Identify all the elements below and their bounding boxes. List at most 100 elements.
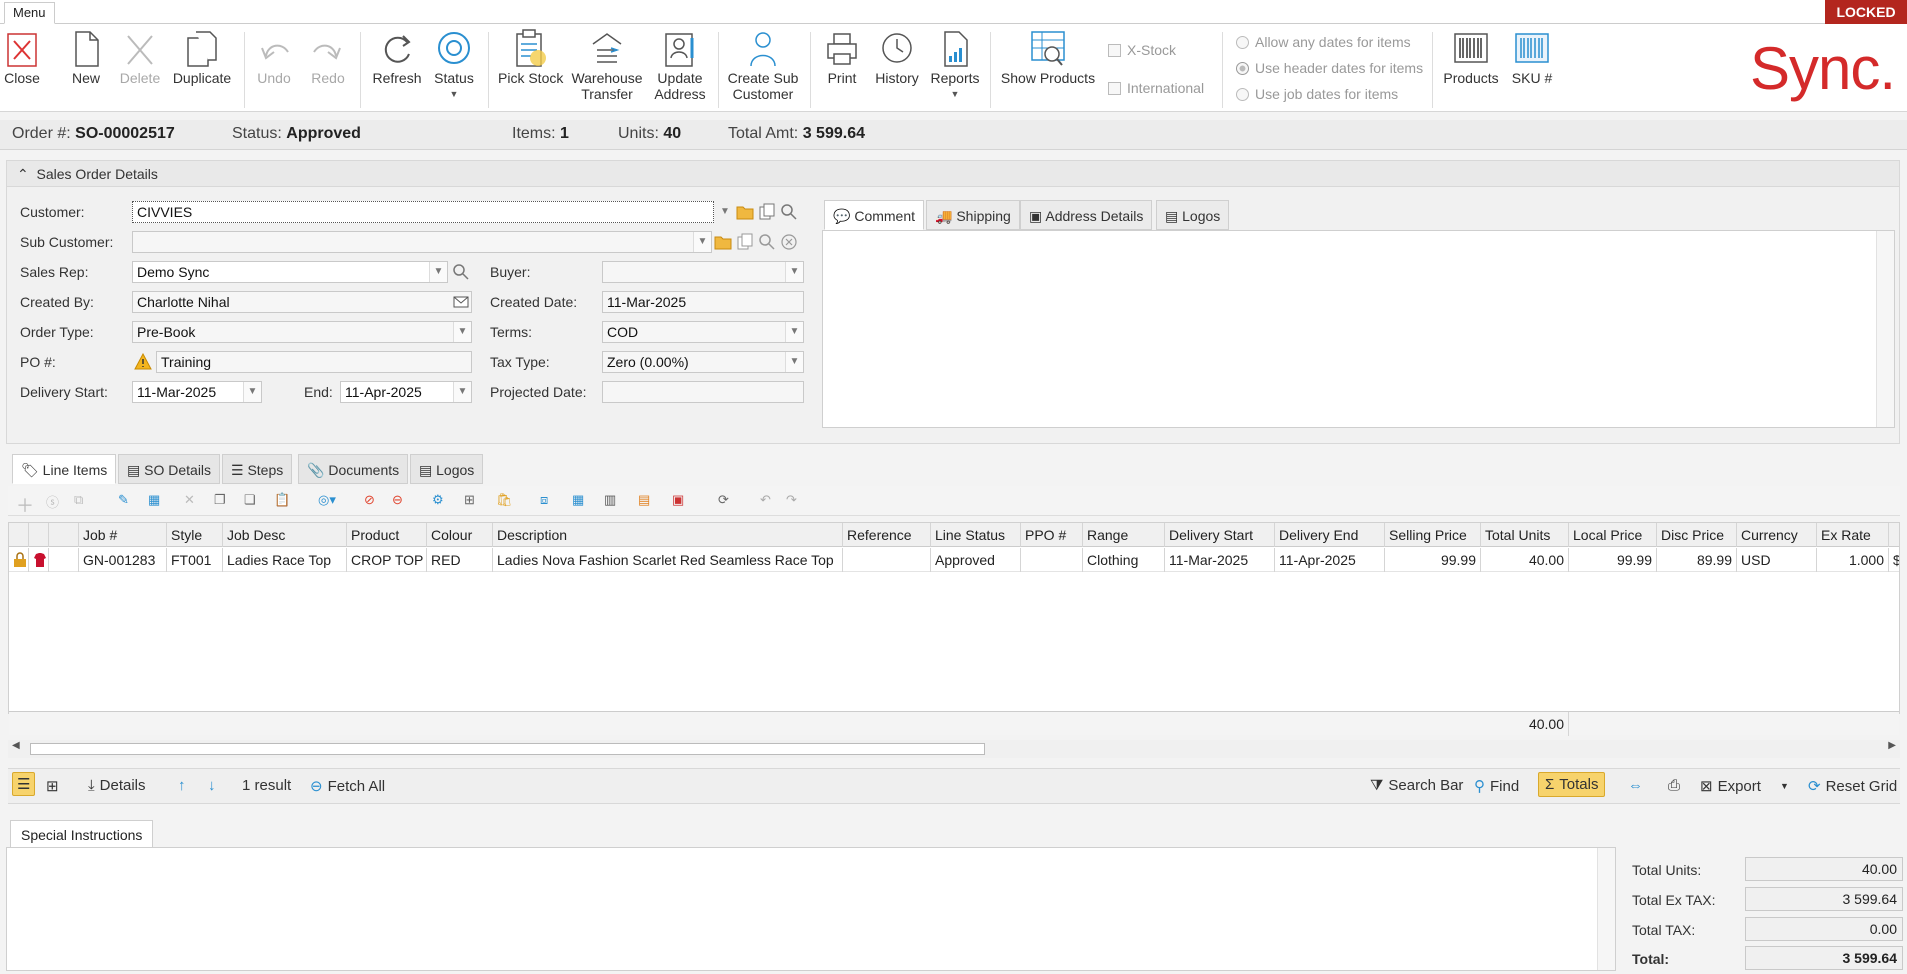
menu-tab[interactable]: Menu (4, 2, 55, 24)
column-width-icon[interactable]: ⇔ (1628, 777, 1643, 794)
edit-grid-icon[interactable]: ▦ (148, 492, 168, 512)
copy-icon[interactable] (758, 203, 776, 221)
show-products-button[interactable]: Show Products (1000, 28, 1096, 86)
column-header[interactable]: Description (493, 523, 843, 547)
barcode-icon[interactable]: ▥ (604, 492, 624, 512)
products-button[interactable]: Products (1442, 28, 1500, 86)
sales-order-details-header[interactable]: ⌃ Sales Order Details (7, 161, 1899, 187)
duplicate-button[interactable]: Duplicate (172, 28, 232, 86)
column-header[interactable]: Delivery Start (1165, 523, 1275, 547)
tab-shipping[interactable]: 🚚 Shipping (926, 200, 1020, 230)
tab-special-instructions[interactable]: Special Instructions (10, 820, 154, 848)
column-header[interactable]: Delivery End (1275, 523, 1385, 547)
find-button[interactable]: ⚲ Find (1474, 777, 1519, 796)
clear-icon[interactable] (780, 233, 798, 251)
tab-so-details[interactable]: ▤ SO Details (118, 454, 221, 484)
scroll-right-icon[interactable]: ▶ (1888, 740, 1896, 751)
arrow-up-icon[interactable]: ↑ (178, 777, 186, 794)
close-button[interactable]: Close (4, 28, 40, 86)
po-number-field[interactable]: Training (156, 351, 472, 373)
edit-icon[interactable]: ✎ (118, 492, 138, 512)
new-button[interactable]: New (68, 28, 104, 86)
print-button[interactable]: Print (822, 28, 862, 86)
pick-stock-button[interactable]: Pick Stock (498, 28, 563, 86)
special-instructions-scrollbar[interactable] (1597, 848, 1615, 970)
tab-logos-bottom[interactable]: ▤ Logos (410, 454, 484, 484)
column-header[interactable]: Selling Price (1385, 523, 1481, 547)
products-icon[interactable]: ⧈ (540, 492, 560, 512)
buyer-field[interactable]: ▼ (602, 261, 804, 283)
column-header[interactable]: PPO # (1021, 523, 1083, 547)
delivery-start-field[interactable]: 11-Mar-2025 ▼ (132, 381, 262, 403)
column-header[interactable]: Colour (427, 523, 493, 547)
sales-rep-field[interactable]: Demo Sync ▼ (132, 261, 448, 283)
use-header-dates-radio[interactable]: Use header dates for items (1236, 60, 1423, 76)
undo-icon[interactable]: ↶ (760, 492, 780, 512)
use-job-dates-radio[interactable]: Use job dates for items (1236, 86, 1398, 102)
list-view-icon[interactable]: ☰ (12, 772, 36, 796)
refresh-icon[interactable]: ⟳ (718, 492, 738, 512)
special-instructions-textarea[interactable] (6, 847, 1616, 971)
create-sub-customer-button[interactable]: Create Sub Customer (726, 28, 800, 102)
redo-icon[interactable]: ↷ (786, 492, 806, 512)
update-address-button[interactable]: Update Address (654, 28, 706, 102)
redo-button[interactable]: Redo (310, 28, 346, 86)
label-icon[interactable]: ▤ (638, 492, 658, 512)
tab-steps[interactable]: ☰ Steps (222, 454, 293, 484)
comment-scrollbar[interactable] (1876, 231, 1894, 427)
column-header[interactable]: Local Price (1569, 523, 1657, 547)
column-header[interactable]: Total Units (1481, 523, 1569, 547)
tab-address-details[interactable]: ▣ Address Details (1020, 200, 1153, 230)
details-button[interactable]: ⤓ Details (88, 777, 146, 794)
folder-icon[interactable] (736, 203, 754, 221)
search-bar-button[interactable]: ⧩ Search Bar (1370, 777, 1463, 794)
totals-button[interactable]: Σ Totals (1538, 772, 1606, 797)
folder-icon[interactable] (714, 233, 732, 251)
column-header[interactable]: Style (167, 523, 223, 547)
pick-icon[interactable]: ⊞ (464, 492, 484, 512)
grid-horizontal-scrollbar[interactable]: ◀ ▶ (8, 740, 1900, 758)
customer-field[interactable]: CIVVIES (132, 201, 714, 223)
export-button[interactable]: ⊠ Export ▼ (1700, 777, 1789, 796)
grid-view-icon[interactable]: ▦ (572, 492, 592, 512)
column-header[interactable]: Job # (79, 523, 167, 547)
tab-comment[interactable]: 💬 Comment (824, 200, 925, 230)
price-icon[interactable]: ⓢ (46, 492, 66, 512)
chevron-down-icon[interactable]: ▼ (716, 202, 734, 222)
column-header[interactable]: Range (1083, 523, 1165, 547)
email-icon[interactable] (452, 293, 470, 311)
paste-icon[interactable]: ❏ (244, 492, 264, 512)
reset-grid-button[interactable]: ⟳ Reset Grid (1808, 777, 1897, 796)
sku-button[interactable]: SKU # (1508, 28, 1556, 86)
delete-button[interactable]: Delete (118, 28, 162, 86)
terms-field[interactable]: COD ▼ (602, 321, 804, 343)
copy-icon[interactable]: ❐ (214, 492, 234, 512)
scroll-thumb[interactable] (30, 743, 985, 755)
bag-icon[interactable]: 🛍 (496, 492, 516, 512)
column-header[interactable]: Disc Price (1657, 523, 1737, 547)
table-row[interactable]: GN-001283 FT001 Ladies Race Top CROP TOP… (9, 548, 1899, 572)
international-checkbox[interactable]: International (1108, 80, 1204, 96)
copy-rows-icon[interactable]: ⧉ (74, 492, 94, 512)
sub-customer-field[interactable]: ▼ (132, 231, 712, 253)
card-view-icon[interactable]: ⊞ (46, 777, 59, 795)
print-preview-icon[interactable]: ⎙ (1668, 777, 1680, 794)
comment-textarea[interactable] (822, 230, 1895, 428)
tab-documents[interactable]: 📎 Documents (298, 454, 409, 484)
allow-any-dates-radio[interactable]: Allow any dates for items (1236, 34, 1411, 50)
status-button[interactable]: Status ▼ (432, 28, 476, 102)
x-stock-checkbox[interactable]: X-Stock (1108, 42, 1176, 58)
fetch-all-button[interactable]: ⊖ Fetch All (310, 777, 385, 796)
report-icon[interactable]: ▣ (672, 492, 692, 512)
cancel-icon[interactable]: ⊘ (364, 492, 384, 512)
reports-button[interactable]: Reports ▼ (930, 28, 980, 102)
column-header[interactable]: Line Status (931, 523, 1021, 547)
tax-type-field[interactable]: Zero (0.00%) ▼ (602, 351, 804, 373)
status-icon[interactable]: ◎▾ (318, 492, 338, 512)
remove-icon[interactable]: ⊖ (392, 492, 412, 512)
tab-logos[interactable]: ▤ Logos (1156, 200, 1230, 230)
add-icon[interactable]: ＋ (16, 492, 36, 516)
column-header[interactable]: Job Desc (223, 523, 347, 547)
paste-special-icon[interactable]: 📋 (274, 492, 294, 512)
tab-line-items[interactable]: 🏷 Line Items (12, 454, 117, 484)
